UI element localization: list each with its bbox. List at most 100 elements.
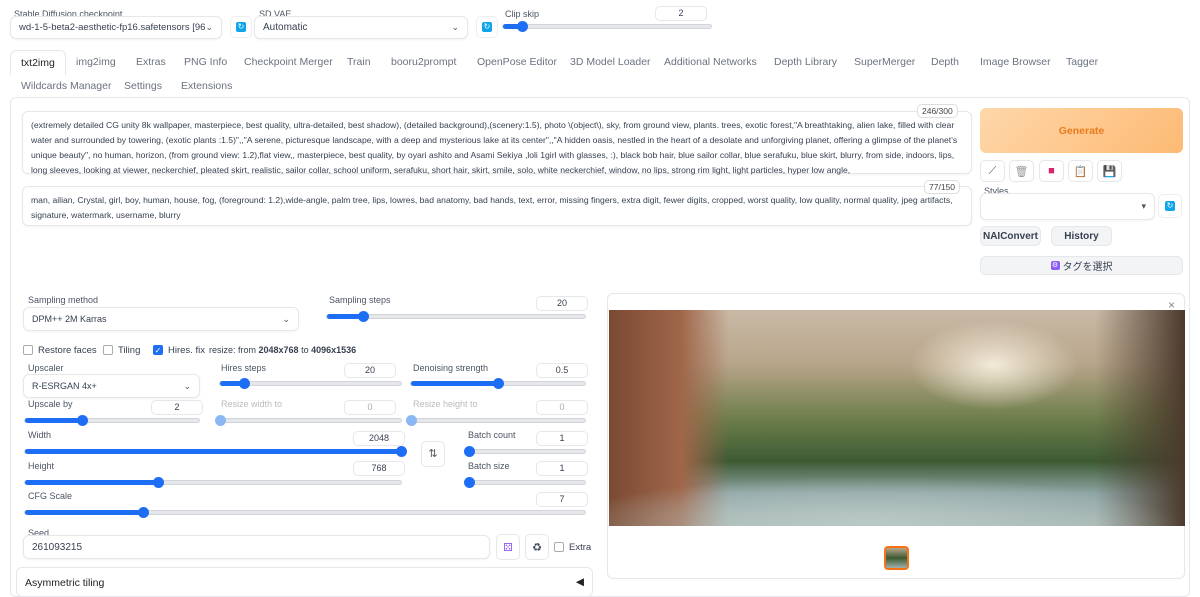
checkpoint-value: wd-1-5-beta2-aesthetic-fp16.safetensors … xyxy=(19,22,206,33)
restore-faces-checkbox[interactable]: Restore faces xyxy=(23,345,97,356)
sampling-method-select[interactable]: DPM++ 2M Karras ⌄ xyxy=(23,307,299,331)
generated-image[interactable] xyxy=(609,310,1185,526)
clipboard-icon: 📋 xyxy=(1073,165,1088,178)
width-input[interactable]: 2048 xyxy=(353,431,405,446)
denoising-label: Denoising strength xyxy=(413,363,489,373)
width-slider[interactable] xyxy=(24,446,407,457)
tab-train[interactable]: Train xyxy=(347,56,371,68)
card-icon: ■ xyxy=(1048,165,1055,177)
tiling-checkbox[interactable]: Tiling xyxy=(103,345,140,356)
restore-faces-label: Restore faces xyxy=(38,345,97,356)
sampling-steps-input[interactable]: 20 xyxy=(536,296,588,311)
tab-tagger[interactable]: Tagger xyxy=(1066,56,1098,68)
hires-steps-input[interactable]: 20 xyxy=(344,363,396,378)
tab-openpose-editor[interactable]: OpenPose Editor xyxy=(477,56,557,68)
upscaler-select[interactable]: R-ESRGAN 4x+ ⌄ xyxy=(23,374,200,398)
tab-3d-model-loader[interactable]: 3D Model Loader xyxy=(570,56,651,68)
styles-select[interactable]: ▾ xyxy=(980,193,1155,220)
upscaler-label: Upscaler xyxy=(28,363,64,373)
extra-label: Extra xyxy=(569,542,592,553)
tab-checkpoint-merger[interactable]: Checkpoint Merger xyxy=(244,56,333,68)
upscale-by-input[interactable]: 2 xyxy=(151,400,203,415)
refresh-checkpoint-button[interactable]: ↻ xyxy=(230,16,252,38)
clip-skip-input[interactable]: 2 xyxy=(655,6,707,21)
batch-count-slider[interactable] xyxy=(464,446,586,457)
refresh-vae-button[interactable]: ↻ xyxy=(476,16,498,38)
height-input[interactable]: 768 xyxy=(353,461,405,476)
denoising-slider[interactable] xyxy=(410,378,586,389)
checkbox-icon xyxy=(554,542,564,553)
tab-img2img[interactable]: img2img xyxy=(76,56,116,68)
tab-extras[interactable]: Extras xyxy=(136,56,166,68)
negative-token-count: 77/150 xyxy=(924,180,960,194)
hires-fix-label: Hires. fix xyxy=(168,345,205,356)
denoising-input[interactable]: 0.5 xyxy=(536,363,588,378)
chevron-down-icon: ⌄ xyxy=(205,22,213,32)
seed-input[interactable]: 261093215 xyxy=(23,535,490,559)
random-seed-button[interactable]: ⚄ xyxy=(496,534,520,560)
swap-icon: ⇅ xyxy=(428,448,438,460)
checkpoint-select[interactable]: wd-1-5-beta2-aesthetic-fp16.safetensors … xyxy=(10,16,222,39)
paste-params-button[interactable]: ⟋ xyxy=(980,160,1005,182)
tab-booru2prompt[interactable]: booru2prompt xyxy=(391,56,456,68)
sampling-steps-slider[interactable] xyxy=(326,311,586,322)
upscale-by-slider[interactable] xyxy=(24,415,200,426)
asymmetric-tiling-accordion[interactable]: Asymmetric tiling ◀ xyxy=(16,567,593,597)
save-style-button[interactable]: 💾 xyxy=(1097,160,1122,182)
tab-additional-networks[interactable]: Additional Networks xyxy=(664,56,757,68)
negative-prompt-textarea[interactable]: man, ailian, Crystal, girl, boy, human, … xyxy=(22,186,972,226)
cfg-input[interactable]: 7 xyxy=(536,492,588,507)
resize-from: 2048x768 xyxy=(258,345,299,355)
show-extra-networks-button[interactable]: ■ xyxy=(1039,160,1064,182)
tab-txt2img[interactable]: txt2img xyxy=(10,50,66,75)
tab-extensions[interactable]: Extensions xyxy=(181,80,232,92)
refresh-icon: ↻ xyxy=(1165,201,1175,211)
swap-dimensions-button[interactable]: ⇅ xyxy=(421,441,445,467)
tab-depth[interactable]: Depth xyxy=(931,56,959,68)
history-button[interactable]: History xyxy=(1051,226,1112,246)
sampling-method-value: DPM++ 2M Karras xyxy=(32,314,107,324)
cfg-slider[interactable] xyxy=(24,507,586,518)
reuse-seed-button[interactable]: ♻ xyxy=(525,534,549,560)
gallery-thumbnail[interactable] xyxy=(884,546,909,570)
extra-seed-checkbox[interactable]: Extra xyxy=(554,542,591,553)
tab-depth-library[interactable]: Depth Library xyxy=(774,56,837,68)
trash-icon: 🗑 xyxy=(1014,165,1029,178)
resize-width-input[interactable]: 0 xyxy=(344,400,396,415)
resize-height-input[interactable]: 0 xyxy=(536,400,588,415)
tag-select-button[interactable]: ⚙ タグを選択 xyxy=(980,256,1183,275)
apply-style-button[interactable]: 📋 xyxy=(1068,160,1093,182)
upscaler-value: R-ESRGAN 4x+ xyxy=(32,381,97,391)
tab-png-info[interactable]: PNG Info xyxy=(184,56,227,68)
seed-value: 261093215 xyxy=(32,541,83,553)
vae-select[interactable]: Automatic ⌄ xyxy=(254,16,468,39)
naiconvert-button[interactable]: NAIConvert xyxy=(980,226,1041,246)
floppy-disk-icon: 💾 xyxy=(1102,165,1117,178)
clip-skip-label: Clip skip xyxy=(505,9,540,19)
tab-settings[interactable]: Settings xyxy=(124,80,162,92)
tiling-label: Tiling xyxy=(118,345,141,356)
generate-button[interactable]: Generate xyxy=(980,108,1183,153)
resize-info: resize: from 2048x768 to 4096x1536 xyxy=(209,345,356,355)
refresh-styles-button[interactable]: ↻ xyxy=(1158,194,1182,218)
height-slider[interactable] xyxy=(24,477,402,488)
clip-skip-slider[interactable] xyxy=(502,21,712,32)
batch-size-input[interactable]: 1 xyxy=(536,461,588,476)
tab-supermerger[interactable]: SuperMerger xyxy=(854,56,915,68)
prompt-textarea[interactable]: (extremely detailed CG unity 8k wallpape… xyxy=(22,111,972,175)
batch-count-input[interactable]: 1 xyxy=(536,431,588,446)
hires-steps-label: Hires steps xyxy=(221,363,267,373)
chevron-down-icon: ⌄ xyxy=(282,313,290,324)
resize-height-slider[interactable] xyxy=(406,415,586,426)
resize-width-slider[interactable] xyxy=(215,415,402,426)
checkmark-icon: ✓ xyxy=(153,345,163,356)
batch-size-slider[interactable] xyxy=(464,477,586,488)
chevron-down-icon: ⌄ xyxy=(183,380,191,391)
resize-mid: to xyxy=(298,345,312,355)
hires-fix-checkbox[interactable]: ✓ Hires. fix xyxy=(153,345,205,356)
tab-wildcards-manager[interactable]: Wildcards Manager xyxy=(21,80,111,92)
width-label: Width xyxy=(28,430,52,440)
tab-image-browser[interactable]: Image Browser xyxy=(980,56,1051,68)
hires-steps-slider[interactable] xyxy=(219,378,402,389)
clear-prompt-button[interactable]: 🗑 xyxy=(1009,160,1034,182)
